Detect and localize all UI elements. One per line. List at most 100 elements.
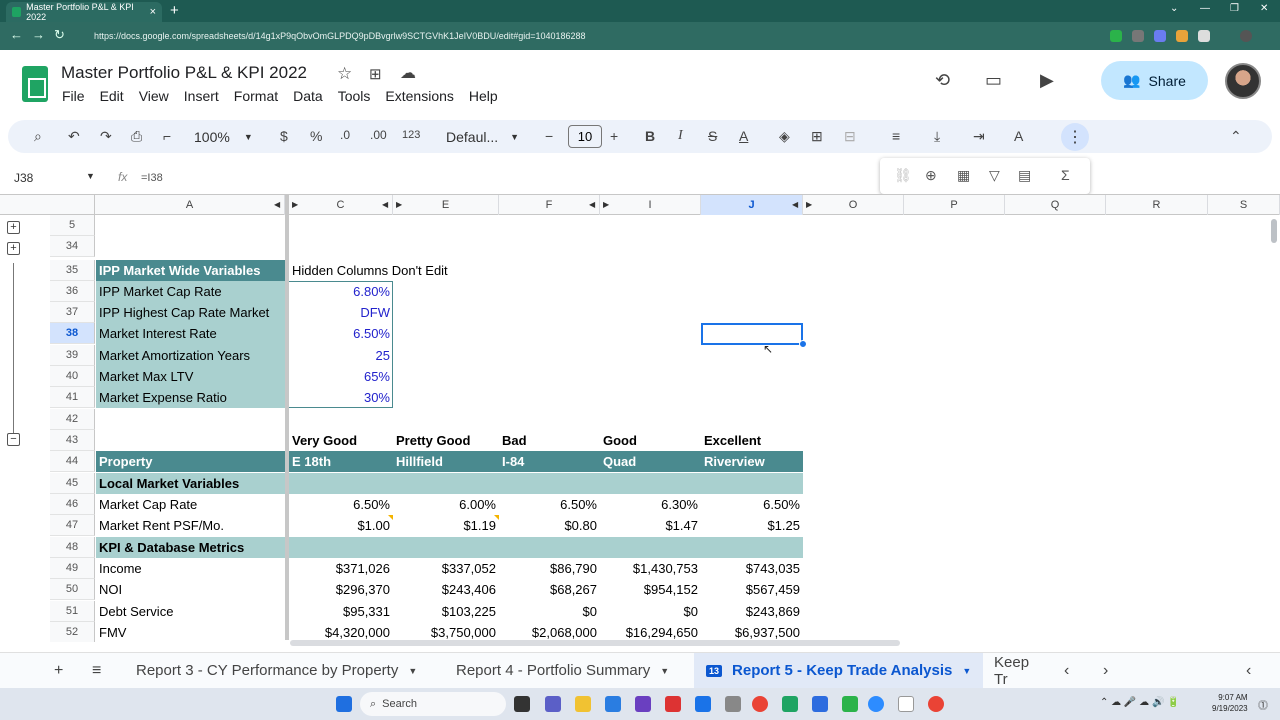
scroll-tabs-right-icon[interactable]: › [1103, 662, 1108, 680]
row-header[interactable]: 48 [50, 537, 95, 558]
menu-insert[interactable]: Insert [184, 88, 219, 104]
metric-value[interactable]: $1.00 [289, 515, 393, 536]
functions-icon[interactable]: Σ [1061, 167, 1070, 183]
row-header[interactable]: 50 [50, 579, 95, 600]
metric-value[interactable]: $567,459 [701, 579, 803, 600]
insert-comment-icon[interactable]: ⊕ [925, 167, 937, 184]
extension-icon[interactable] [1132, 30, 1144, 42]
market-value[interactable]: 6.50% [289, 323, 393, 344]
column-hidden-left-icon[interactable]: ◀ [382, 200, 388, 209]
align-left-icon[interactable]: ≡ [892, 128, 900, 144]
zoom-app-icon[interactable] [868, 696, 884, 712]
section-local-market[interactable]: Local Market Variables [96, 473, 242, 494]
metric-value[interactable]: 6.50% [701, 494, 803, 515]
row-header[interactable]: 44 [50, 451, 95, 472]
row-header[interactable]: 36 [50, 281, 95, 302]
window-close-icon[interactable]: ✕ [1260, 3, 1268, 14]
sheet-tab[interactable]: Report 3 - CY Performance by Property ▼ [124, 653, 429, 688]
column-header-i[interactable]: I [600, 195, 701, 215]
menu-tools[interactable]: Tools [338, 88, 371, 104]
metric-value[interactable]: 6.50% [499, 494, 600, 515]
row-header[interactable]: 46 [50, 494, 95, 515]
row-header[interactable]: 40 [50, 366, 95, 387]
settings-icon[interactable] [725, 696, 741, 712]
metric-label[interactable]: Market Cap Rate [96, 494, 200, 515]
horizontal-scrollbar[interactable] [290, 640, 900, 646]
extension-icon[interactable] [1110, 30, 1122, 42]
expand-group-icon[interactable]: + [7, 221, 20, 234]
app-icon[interactable] [665, 696, 681, 712]
document-title[interactable]: Master Portfolio P&L & KPI 2022 [61, 63, 307, 83]
fill-color-icon[interactable]: ◈ [779, 128, 790, 145]
metric-value[interactable]: $68,267 [499, 579, 600, 600]
expand-group-icon[interactable]: + [7, 242, 20, 255]
currency-format-button[interactable]: $ [280, 128, 288, 144]
metric-value[interactable]: $2,068,000 [499, 622, 600, 642]
row-header[interactable]: 37 [50, 302, 95, 323]
metric-value[interactable]: $243,406 [393, 579, 499, 600]
market-label[interactable]: IPP Highest Cap Rate Market [96, 302, 272, 323]
metric-value[interactable]: $103,225 [393, 601, 499, 622]
row-header[interactable]: 52 [50, 622, 95, 642]
metric-value[interactable]: $296,370 [289, 579, 393, 600]
metric-value[interactable]: $1.19 [393, 515, 499, 536]
metric-value[interactable]: $743,035 [701, 558, 803, 579]
formula-input[interactable]: =I38 [141, 172, 163, 184]
vertical-align-icon[interactable]: ⤓ [934, 128, 940, 145]
metric-value[interactable]: $1.47 [600, 515, 701, 536]
metric-value[interactable]: $3,750,000 [393, 622, 499, 642]
row-header[interactable]: 47 [50, 515, 95, 536]
vertical-scrollbar[interactable] [1271, 215, 1278, 635]
taskbar-clock[interactable]: 9:07 AM 9/19/2023 [1212, 692, 1248, 714]
hidden-columns-note[interactable]: Hidden Columns Don't Edit [289, 260, 451, 281]
caret-down-icon[interactable]: ▼ [86, 171, 95, 181]
chrome-icon[interactable] [928, 696, 944, 712]
extension-icon[interactable] [1176, 30, 1188, 42]
metric-value[interactable]: $0.80 [499, 515, 600, 536]
rating-cell[interactable]: Very Good [289, 430, 360, 451]
meet-icon[interactable]: ▶ [1040, 70, 1054, 91]
text-color-button[interactable]: A [739, 128, 748, 144]
property-name[interactable]: Riverview [701, 451, 768, 472]
market-label[interactable]: Market Amortization Years [96, 345, 253, 366]
reload-icon[interactable]: ↻ [54, 27, 65, 43]
move-folder-icon[interactable]: ⊞ [369, 65, 382, 83]
row-header[interactable]: 41 [50, 387, 95, 408]
file-explorer-icon[interactable] [575, 696, 591, 712]
redo-icon[interactable]: ↷ [100, 128, 112, 145]
fill-handle[interactable] [799, 340, 807, 348]
metric-label[interactable]: FMV [96, 622, 129, 642]
column-header-c[interactable]: C [289, 195, 393, 215]
sheets-logo-icon[interactable] [22, 66, 48, 102]
market-header[interactable]: IPP Market Wide Variables [96, 260, 264, 281]
url-field[interactable]: https://docs.google.com/spreadsheets/d/1… [80, 26, 1080, 46]
sheet-grid[interactable]: + + − 5 34 35 36 37 38 39 40 41 42 43 44… [0, 215, 1268, 642]
new-tab-button[interactable]: + [170, 2, 179, 19]
caret-down-icon[interactable]: ▼ [962, 666, 971, 676]
row-header[interactable]: 5 [50, 215, 95, 236]
metric-value[interactable]: $86,790 [499, 558, 600, 579]
market-value[interactable]: 6.80% [289, 281, 393, 302]
property-name[interactable]: E 18th [289, 451, 334, 472]
menu-help[interactable]: Help [469, 88, 498, 104]
metric-value[interactable]: $6,937,500 [701, 622, 803, 642]
side-panel-toggle-icon[interactable]: ‹ [1246, 662, 1251, 680]
row-header[interactable]: 34 [50, 236, 95, 257]
metric-label[interactable]: Market Rent PSF/Mo. [96, 515, 227, 536]
sheet-tab-active[interactable]: 13 Report 5 - Keep Trade Analysis ▼ [694, 653, 984, 688]
frozen-column-divider[interactable] [285, 194, 289, 640]
scroll-tabs-left-icon[interactable]: ‹ [1064, 662, 1069, 680]
column-header-s[interactable]: S [1208, 195, 1280, 215]
column-hidden-left-icon[interactable]: ◀ [274, 200, 280, 209]
row-header[interactable]: 38 [50, 323, 95, 344]
comment-icon[interactable]: ▭ [985, 70, 1002, 91]
text-wrap-icon[interactable]: ⇥ [973, 128, 985, 145]
metric-value[interactable]: $1,430,753 [600, 558, 701, 579]
more-options-icon[interactable]: ⋮ [1061, 123, 1089, 151]
column-header-a[interactable]: A [95, 195, 285, 215]
notification-icon[interactable]: ⓵ [1258, 697, 1268, 712]
menu-data[interactable]: Data [293, 88, 323, 104]
taskbar-search[interactable]: ⌕ Search [360, 692, 506, 716]
filter-views-icon[interactable]: ▤ [1018, 167, 1031, 184]
collapse-group-icon[interactable]: − [7, 433, 20, 446]
